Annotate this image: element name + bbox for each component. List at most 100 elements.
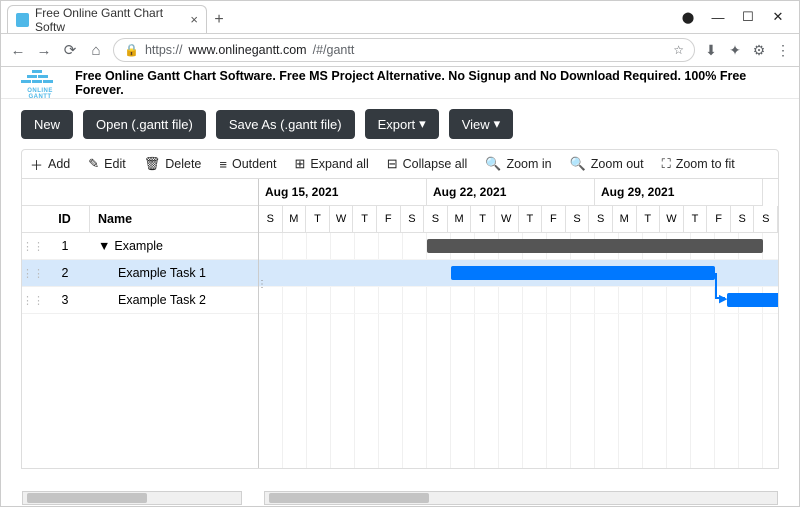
- drag-handle-icon[interactable]: ⋮⋮: [22, 240, 40, 253]
- day-header: W: [495, 206, 519, 233]
- day-header: S: [589, 206, 613, 233]
- column-headers: ID Name: [22, 206, 258, 233]
- day-header: T: [684, 206, 708, 233]
- dependency-line: [715, 273, 717, 297]
- day-header: W: [330, 206, 354, 233]
- gantt-row[interactable]: [259, 260, 778, 287]
- extension-puzzle-icon[interactable]: ⚙: [751, 42, 767, 59]
- scrollbar-thumb[interactable]: [27, 493, 147, 503]
- zoomin-button[interactable]: 🔍Zoom in: [485, 156, 551, 172]
- row-name: Example Task 2: [90, 293, 258, 307]
- zoomout-icon: 🔍: [570, 156, 586, 172]
- day-header: F: [542, 206, 566, 233]
- tab-close-icon[interactable]: ×: [190, 12, 198, 27]
- drag-handle-icon[interactable]: ⋮⋮: [22, 294, 40, 307]
- plus-icon: ＋: [30, 155, 43, 174]
- summary-bar[interactable]: [427, 239, 763, 253]
- grid-toolbar: ＋Add ✎Edit 🗑Delete ≡Outdent ⊞Expand all …: [21, 149, 779, 179]
- table-row[interactable]: ⋮⋮ 1 ▼Example: [22, 233, 258, 260]
- menu-icon[interactable]: ⋮: [775, 42, 791, 59]
- zoomout-button[interactable]: 🔍Zoom out: [570, 156, 644, 172]
- gantt-row[interactable]: [259, 233, 778, 260]
- task-list: ID Name ⋮⋮ 1 ▼Example ⋮⋮ 2 Example Task …: [22, 179, 259, 468]
- day-header: T: [306, 206, 330, 233]
- day-header: S: [259, 206, 283, 233]
- gantt-grid: ID Name ⋮⋮ 1 ▼Example ⋮⋮ 2 Example Task …: [21, 179, 779, 469]
- forward-icon[interactable]: →: [35, 42, 53, 59]
- view-button[interactable]: View▾: [449, 109, 513, 139]
- caret-down-icon: ▾: [419, 116, 426, 132]
- row-id: 3: [40, 293, 90, 307]
- day-header: T: [353, 206, 377, 233]
- new-tab-button[interactable]: +: [207, 11, 231, 33]
- collapse-button[interactable]: ⊟Collapse all: [387, 156, 468, 172]
- browser-titlebar: Free Online Gantt Chart Softw × + ⬤ — ☐ …: [1, 1, 799, 33]
- outdent-icon: ≡: [219, 157, 227, 172]
- zoomfit-button[interactable]: ⛶Zoom to fit: [662, 156, 735, 172]
- row-id: 1: [40, 239, 90, 253]
- table-row[interactable]: ⋮⋮ 2 Example Task 1: [22, 260, 258, 287]
- zoomin-icon: 🔍: [485, 156, 501, 172]
- back-icon[interactable]: ←: [9, 42, 27, 59]
- horizontal-scrollbar-left[interactable]: [22, 491, 242, 505]
- url-path: /#/gantt: [313, 43, 355, 57]
- day-header-row: SMTWTFSSMTWTFSSMTWTFSS: [259, 206, 778, 233]
- table-row[interactable]: ⋮⋮ 3 Example Task 2: [22, 287, 258, 314]
- day-header: F: [707, 206, 731, 233]
- day-header: T: [519, 206, 543, 233]
- delete-button[interactable]: 🗑Delete: [144, 156, 202, 172]
- week-header: Aug 29, 2021: [595, 179, 763, 206]
- gantt-row[interactable]: ▶: [259, 287, 778, 314]
- maximize-icon[interactable]: ☐: [733, 9, 763, 25]
- url-input[interactable]: 🔒 https://www.onlinegantt.com/#/gantt ☆: [113, 38, 695, 62]
- logo: ONLINE GANTT: [15, 65, 65, 100]
- timeline: Aug 15, 2021 Aug 22, 2021 Aug 29, 2021 S…: [259, 179, 778, 468]
- account-icon[interactable]: ⬤: [673, 11, 703, 24]
- week-header-row: Aug 15, 2021 Aug 22, 2021 Aug 29, 2021: [259, 179, 778, 206]
- day-header: T: [637, 206, 661, 233]
- tab-title: Free Online Gantt Chart Softw: [35, 6, 184, 34]
- action-bar: New Open (.gantt file) Save As (.gantt f…: [1, 99, 799, 149]
- row-id: 2: [40, 266, 90, 280]
- download-icon[interactable]: ⬇: [703, 42, 719, 59]
- day-header: S: [754, 206, 778, 233]
- expand-button[interactable]: ⊞Expand all: [294, 156, 368, 172]
- task-bar[interactable]: [451, 266, 715, 280]
- minimize-icon[interactable]: —: [703, 10, 733, 25]
- scrollbar-thumb[interactable]: [269, 493, 429, 503]
- open-button[interactable]: Open (.gantt file): [83, 110, 206, 139]
- add-button[interactable]: ＋Add: [30, 155, 70, 174]
- col-name: Name: [90, 206, 258, 232]
- favicon: [16, 13, 29, 27]
- task-bar[interactable]: [727, 293, 778, 307]
- week-header: Aug 22, 2021: [427, 179, 595, 206]
- row-name: ▼Example: [90, 239, 258, 253]
- lock-icon: 🔒: [124, 43, 139, 57]
- extensions-icon[interactable]: ✦: [727, 42, 743, 59]
- splitter-handle[interactable]: ⋮: [257, 279, 267, 290]
- expand-icon: ⊞: [294, 156, 305, 172]
- drag-handle-icon[interactable]: ⋮⋮: [22, 267, 40, 280]
- browser-tab[interactable]: Free Online Gantt Chart Softw ×: [7, 5, 207, 33]
- row-name: Example Task 1: [90, 266, 258, 280]
- star-icon[interactable]: ☆: [673, 43, 684, 57]
- caret-down-icon[interactable]: ▼: [98, 239, 110, 253]
- arrow-right-icon: ▶: [719, 292, 727, 305]
- edit-button[interactable]: ✎Edit: [88, 156, 125, 172]
- export-button[interactable]: Export▾: [365, 109, 439, 139]
- outdent-button[interactable]: ≡Outdent: [219, 157, 276, 172]
- close-icon[interactable]: ✕: [763, 9, 793, 25]
- saveas-button[interactable]: Save As (.gantt file): [216, 110, 355, 139]
- day-header: S: [401, 206, 425, 233]
- reload-icon[interactable]: ⟳: [61, 41, 79, 59]
- pencil-icon: ✎: [88, 156, 99, 172]
- day-header: F: [377, 206, 401, 233]
- week-header: Aug 15, 2021: [259, 179, 427, 206]
- collapse-icon: ⊟: [387, 156, 398, 172]
- gantt-body[interactable]: ▶: [259, 233, 778, 468]
- new-button[interactable]: New: [21, 110, 73, 139]
- tagline: Free Online Gantt Chart Software. Free M…: [75, 69, 785, 97]
- home-icon[interactable]: ⌂: [87, 42, 105, 59]
- browser-addressbar: ← → ⟳ ⌂ 🔒 https://www.onlinegantt.com/#/…: [1, 33, 799, 67]
- horizontal-scrollbar-right[interactable]: [264, 491, 778, 505]
